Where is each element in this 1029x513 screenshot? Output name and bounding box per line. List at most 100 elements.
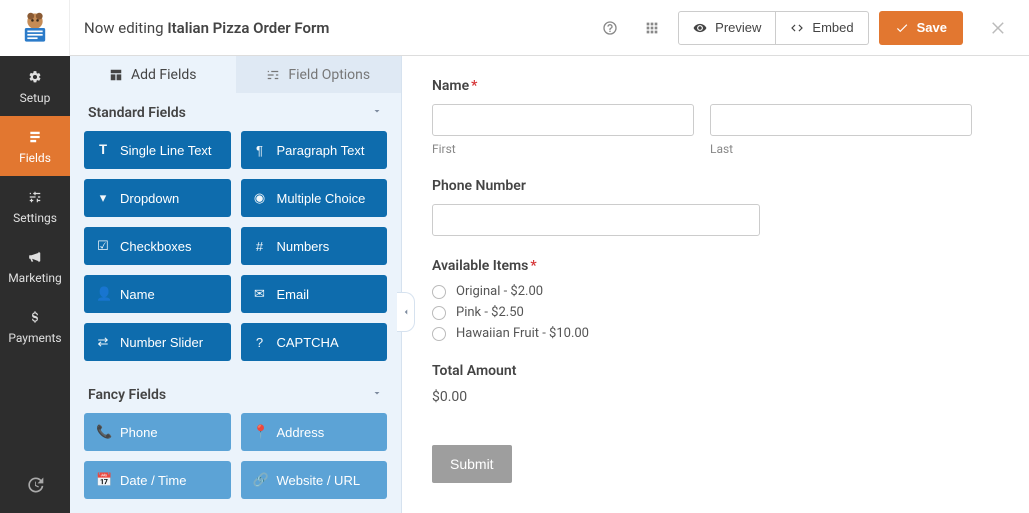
radio-option[interactable]: Pink - $2.50 <box>432 305 972 320</box>
wpforms-logo-icon <box>18 11 52 45</box>
submit-button[interactable]: Submit <box>432 445 512 483</box>
required-asterisk: * <box>471 78 477 94</box>
builder-panel: Add Fields Field Options Standard Fields… <box>70 56 402 513</box>
field-type-label: Website / URL <box>277 473 361 488</box>
field-type-label: Name <box>120 287 155 302</box>
nav-label: Payments <box>8 331 61 345</box>
field-type-label: Number Slider <box>120 335 203 350</box>
section-standard-fields[interactable]: Standard Fields <box>70 93 401 131</box>
field-type-number-slider[interactable]: ⇄ Number Slider <box>84 323 231 361</box>
nav-setup[interactable]: Setup <box>0 56 70 116</box>
embed-button[interactable]: Embed <box>776 11 868 45</box>
first-name-input[interactable] <box>432 104 694 136</box>
field-type-name[interactable]: 👤 Name <box>84 275 231 313</box>
tab-add-fields[interactable]: Add Fields <box>70 56 236 93</box>
total-label: Total Amount <box>432 363 972 379</box>
radio-label: Pink - $2.50 <box>456 305 524 320</box>
field-type-address[interactable]: 📍Address <box>241 413 388 451</box>
nav-history[interactable] <box>0 457 70 513</box>
nav-label: Settings <box>13 211 57 225</box>
page-title: Now editing Italian Pizza Order Form <box>84 19 329 37</box>
tab-label: Add Fields <box>131 67 197 83</box>
help-button[interactable] <box>594 12 626 44</box>
form-preview: Name* First Last Phone Numbe <box>402 56 1029 513</box>
dollar-icon <box>25 307 45 327</box>
section-fancy-fields[interactable]: Fancy Fields <box>70 375 401 413</box>
radio-icon <box>432 327 446 341</box>
first-sublabel: First <box>432 142 694 156</box>
eye-icon <box>693 21 707 35</box>
nav-marketing[interactable]: Marketing <box>0 236 70 296</box>
field-type-numbers[interactable]: #Numbers <box>241 227 388 265</box>
field-type-checkboxes[interactable]: ☑Checkboxes <box>84 227 231 265</box>
preview-button[interactable]: Preview <box>678 11 776 45</box>
radio-option[interactable]: Original - $2.00 <box>432 284 972 299</box>
field-type-icon: # <box>253 239 267 254</box>
now-editing-label: Now editing <box>84 19 164 37</box>
field-type-label: Single Line Text <box>120 143 212 158</box>
field-type-label: Multiple Choice <box>277 191 366 206</box>
radio-label: Hawaiian Fruit - $10.00 <box>456 326 589 341</box>
field-type-icon: 🔗 <box>253 472 267 488</box>
sliders-icon <box>266 68 280 82</box>
last-name-input[interactable] <box>710 104 972 136</box>
chevron-left-icon <box>401 307 411 317</box>
field-type-label: Paragraph Text <box>277 143 365 158</box>
field-type-email[interactable]: ✉Email <box>241 275 388 313</box>
gear-icon <box>25 67 45 87</box>
apps-icon <box>644 20 660 36</box>
field-type-phone[interactable]: 📞Phone <box>84 413 231 451</box>
field-type-captcha[interactable]: ?CAPTCHA <box>241 323 388 361</box>
preview-label: Preview <box>715 20 761 35</box>
save-button[interactable]: Save <box>879 11 963 45</box>
field-total-amount[interactable]: Total Amount $0.00 <box>432 363 972 405</box>
field-name[interactable]: Name* First Last <box>432 78 972 156</box>
apps-button[interactable] <box>636 12 668 44</box>
radio-option[interactable]: Hawaiian Fruit - $10.00 <box>432 326 972 341</box>
total-value: $0.00 <box>432 389 972 405</box>
nav-payments[interactable]: Payments <box>0 296 70 356</box>
field-type-label: Checkboxes <box>120 239 192 254</box>
field-type-dropdown[interactable]: ▾Dropdown <box>84 179 231 217</box>
field-type-icon: ? <box>253 335 267 350</box>
chevron-down-icon <box>371 105 383 121</box>
chevron-down-icon <box>371 387 383 403</box>
tab-label: Field Options <box>288 67 370 83</box>
nav-label: Marketing <box>8 271 62 285</box>
help-icon <box>602 20 618 36</box>
field-type-multiple-choice[interactable]: ◉ Multiple Choice <box>241 179 388 217</box>
section-label: Standard Fields <box>88 105 186 121</box>
field-type-icon: ◉ <box>253 190 267 206</box>
field-type-date-time[interactable]: 📅Date / Time <box>84 461 231 499</box>
field-type-label: Phone <box>120 425 158 440</box>
section-label: Fancy Fields <box>88 387 166 403</box>
last-sublabel: Last <box>710 142 972 156</box>
tab-field-options[interactable]: Field Options <box>236 56 402 93</box>
field-type-website-url[interactable]: 🔗 Website / URL <box>241 461 388 499</box>
field-available-items[interactable]: Available Items* Original - $2.00 Pink - … <box>432 258 972 341</box>
nav-label: Fields <box>19 151 51 165</box>
field-type-label: Dropdown <box>120 191 179 206</box>
field-type-single-line-text[interactable]: 𝐓 Single Line Text <box>84 131 231 169</box>
nav-settings[interactable]: Settings <box>0 176 70 236</box>
items-label: Available Items* <box>432 258 972 274</box>
field-type-label: Date / Time <box>120 473 186 488</box>
embed-label: Embed <box>812 20 853 35</box>
field-type-icon: ⇄ <box>96 334 110 350</box>
collapse-panel-button[interactable] <box>397 292 415 332</box>
close-button[interactable] <box>983 12 1015 44</box>
nav-fields[interactable]: Fields <box>0 116 70 176</box>
radio-icon <box>432 285 446 299</box>
brand-logo <box>0 0 70 56</box>
field-type-paragraph-text[interactable]: ¶Paragraph Text <box>241 131 388 169</box>
field-type-label: Address <box>277 425 325 440</box>
required-asterisk: * <box>530 258 536 274</box>
top-bar: Now editing Italian Pizza Order Form Pre… <box>70 0 1029 56</box>
field-phone[interactable]: Phone Number <box>432 178 972 236</box>
field-type-icon: 👤 <box>96 286 110 302</box>
close-icon <box>990 19 1008 37</box>
field-type-icon: 𝐓 <box>96 142 110 158</box>
phone-input[interactable] <box>432 204 760 236</box>
history-icon <box>25 475 45 495</box>
bullhorn-icon <box>25 247 45 267</box>
